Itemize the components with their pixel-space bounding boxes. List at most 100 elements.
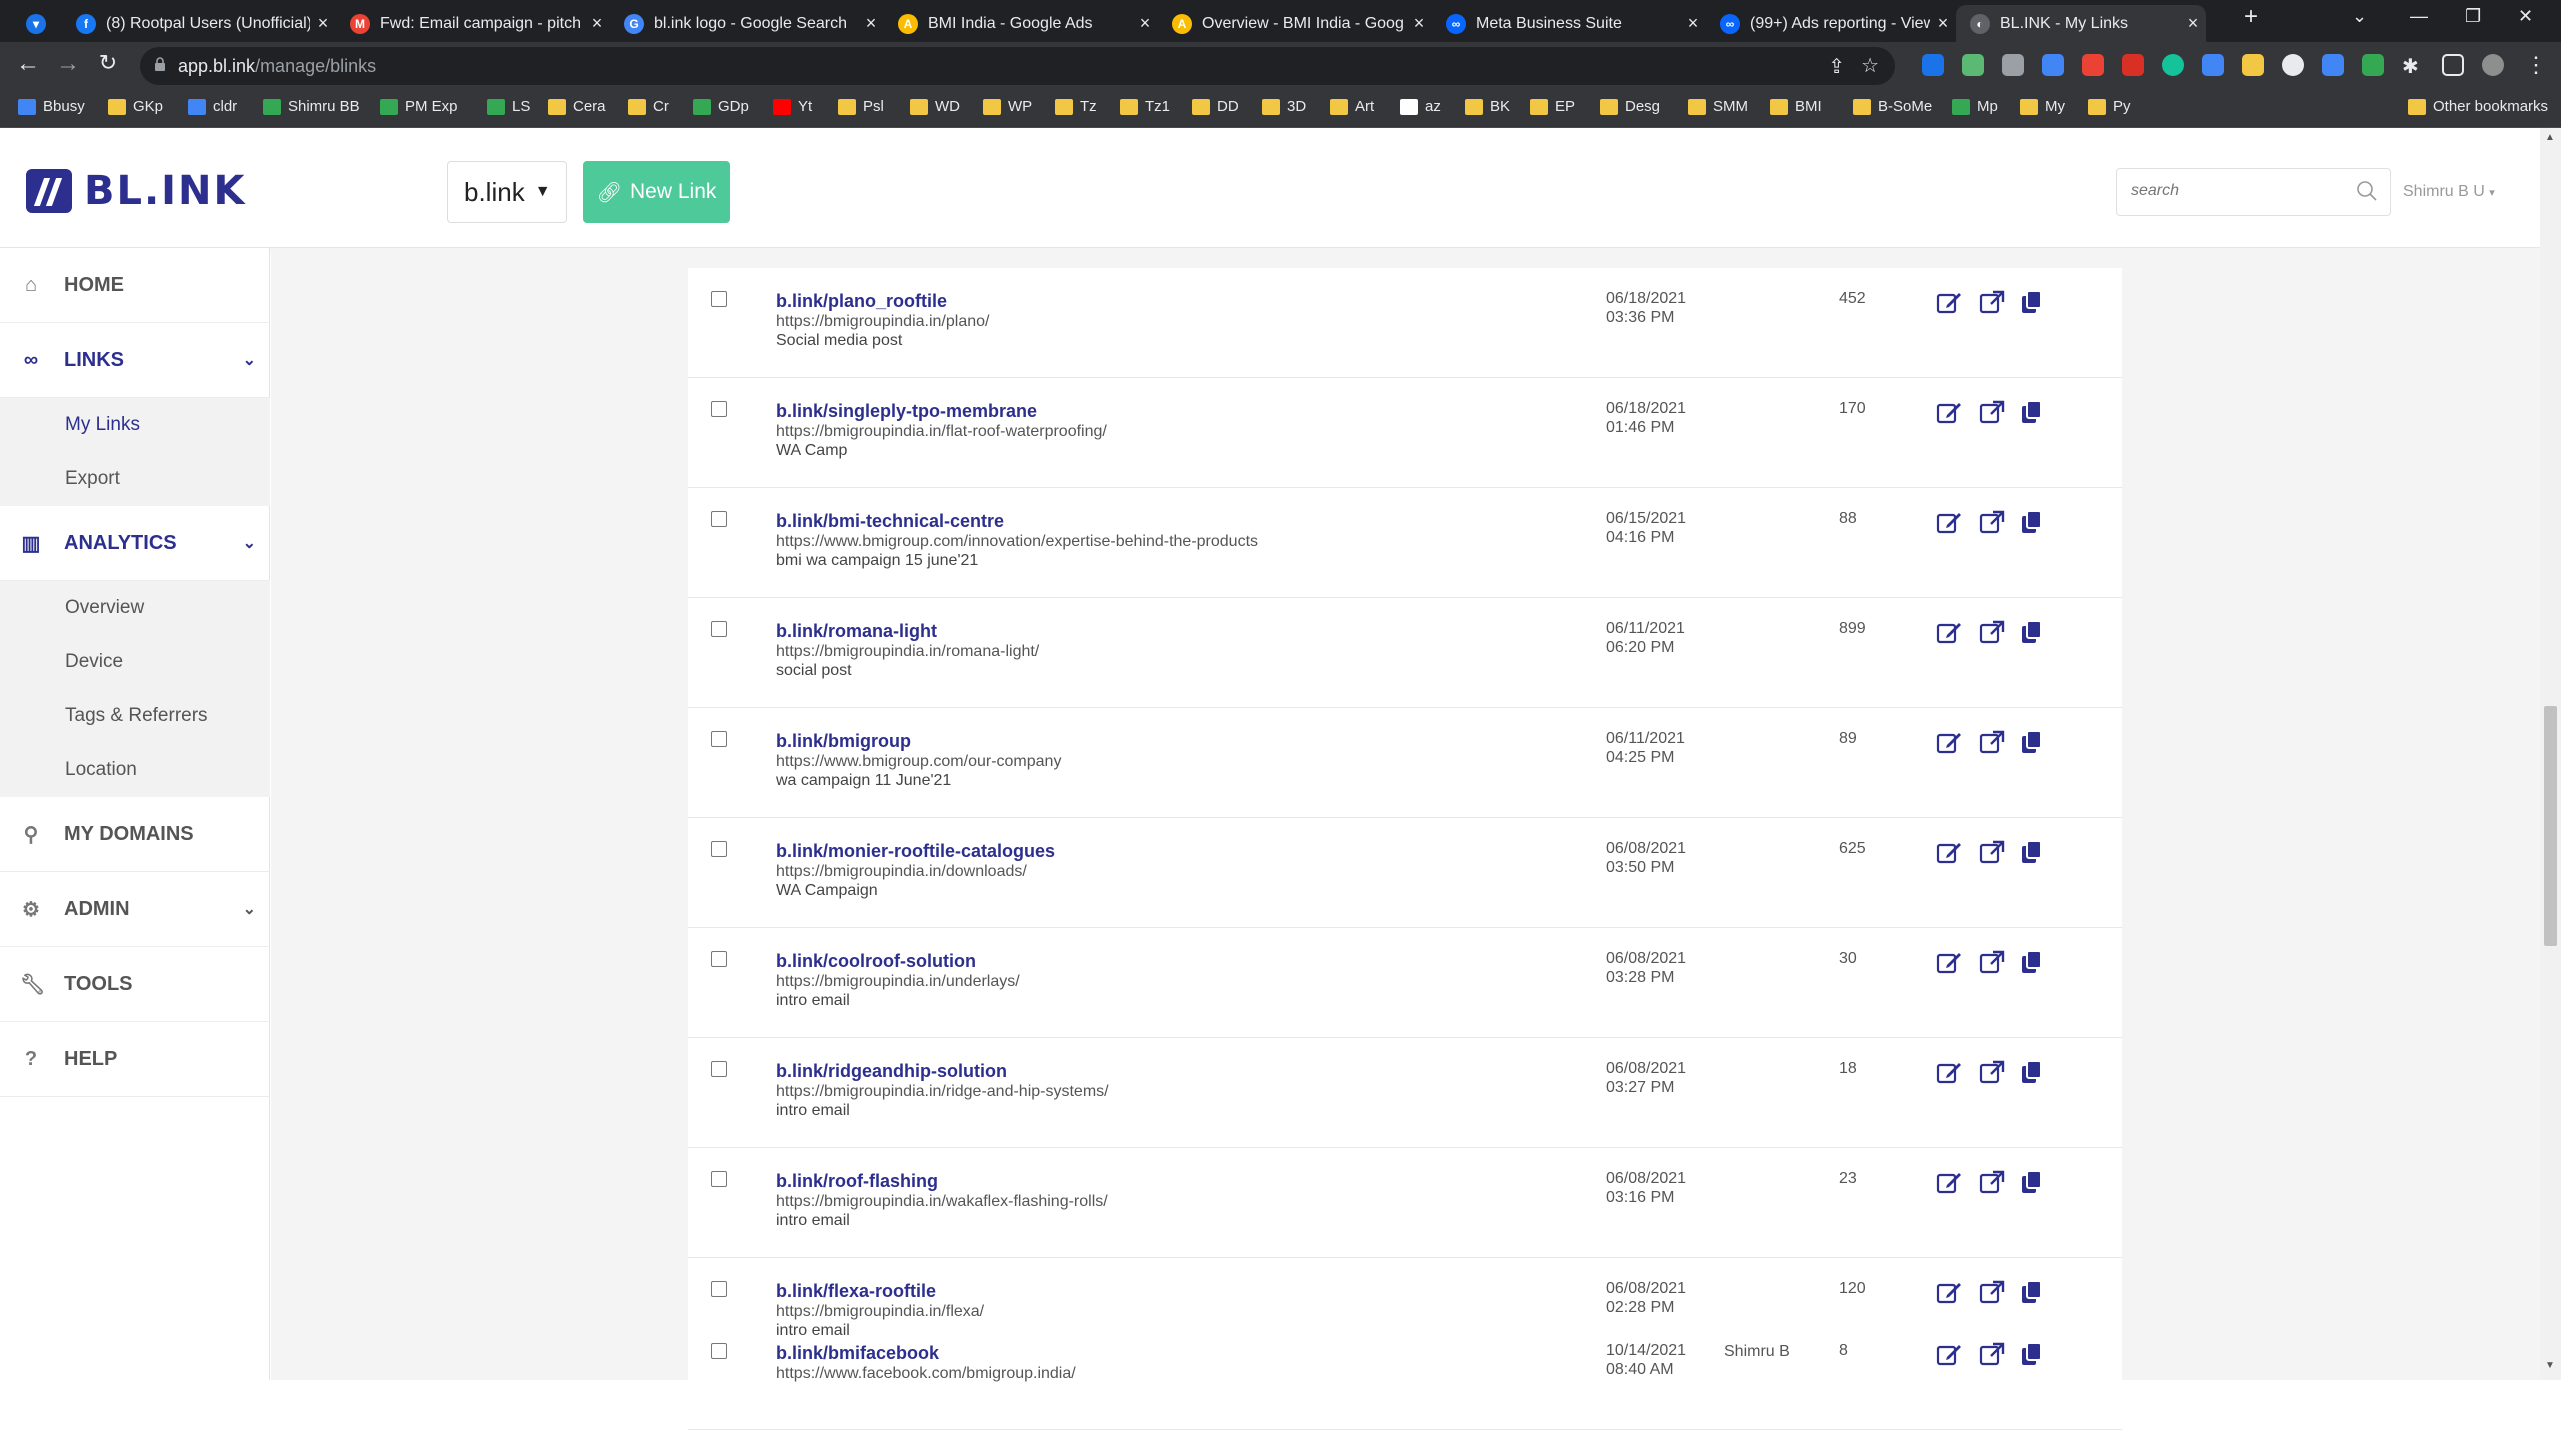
copy-icon[interactable]	[2018, 1278, 2046, 1306]
subnav-export[interactable]: Export	[0, 452, 270, 506]
row-checkbox[interactable]	[711, 511, 727, 527]
row-checkbox[interactable]	[711, 951, 727, 967]
extension-icon[interactable]	[2242, 54, 2264, 76]
bookmark-item[interactable]: Tz	[1055, 98, 1097, 115]
extension-icon[interactable]	[1962, 54, 1984, 76]
browser-tab[interactable]: ∞ Meta Business Suite ×	[1432, 5, 1706, 42]
edit-icon[interactable]	[1935, 618, 1963, 646]
bookmark-item[interactable]: Bbusy	[18, 98, 85, 115]
tab-close-icon[interactable]: ×	[858, 13, 884, 34]
open-external-icon[interactable]	[1978, 398, 2006, 426]
bookmark-item[interactable]: Py	[2088, 98, 2131, 115]
address-bar[interactable]: app.bl.ink/manage/blinks ⇪ ☆	[140, 47, 1895, 85]
forward-icon[interactable]: →	[52, 50, 84, 78]
row-checkbox[interactable]	[711, 291, 727, 307]
edit-icon[interactable]	[1935, 728, 1963, 756]
edit-icon[interactable]	[1935, 838, 1963, 866]
extension-icon[interactable]	[2362, 54, 2384, 76]
subnav-overview[interactable]: Overview	[0, 581, 270, 635]
tab-search-icon[interactable]: ⌄	[2352, 6, 2367, 27]
tab-close-icon[interactable]: ×	[1930, 13, 1956, 34]
short-link[interactable]: b.link/roof-flashing	[776, 1171, 938, 1192]
copy-icon[interactable]	[2018, 1058, 2046, 1086]
nav-help[interactable]: ? HELP	[0, 1022, 270, 1097]
search-input[interactable]	[2131, 169, 2351, 213]
extension-icon[interactable]	[2282, 54, 2304, 76]
bookmark-item[interactable]: SMM	[1688, 98, 1748, 115]
copy-icon[interactable]	[2018, 618, 2046, 646]
edit-icon[interactable]	[1935, 508, 1963, 536]
extension-icon[interactable]	[1922, 54, 1944, 76]
puzzle-icon[interactable]: ✱	[2402, 54, 2424, 78]
edit-icon[interactable]	[1935, 398, 1963, 426]
extension-icon[interactable]	[2202, 54, 2224, 76]
short-link[interactable]: b.link/bmigroup	[776, 731, 911, 752]
page-scrollbar[interactable]: ▲ ▼	[2540, 128, 2561, 1380]
copy-icon[interactable]	[2018, 1168, 2046, 1196]
scroll-up-icon[interactable]: ▲	[2545, 132, 2555, 143]
star-icon[interactable]: ☆	[1861, 53, 1879, 78]
browser-tab[interactable]: A Overview - BMI India - Goog ×	[1158, 5, 1432, 42]
reload-icon[interactable]: ↻	[92, 50, 124, 76]
domain-select[interactable]: b.link ▼	[447, 161, 567, 223]
logo[interactable]: BL.INK	[26, 168, 247, 214]
tab-close-icon[interactable]: ×	[1132, 13, 1158, 34]
camera-icon[interactable]	[2002, 54, 2024, 76]
copy-icon[interactable]	[2018, 288, 2046, 316]
bookmark-item[interactable]: EP	[1530, 98, 1575, 115]
nav-tools[interactable]: 🔧︎ TOOLS	[0, 947, 270, 1022]
short-link[interactable]: b.link/monier-rooftile-catalogues	[776, 841, 1055, 862]
bookmark-item[interactable]: BMI	[1770, 98, 1822, 115]
search-icon[interactable]	[2356, 180, 2378, 202]
browser-tab[interactable]: Gbl.ink logo - Google Search ×	[610, 5, 884, 42]
row-checkbox[interactable]	[711, 1281, 727, 1297]
browser-tab[interactable]: M Fwd: Email campaign - pitch ×	[336, 5, 610, 42]
new-link-button[interactable]: 🔗︎ New Link	[583, 161, 730, 223]
open-external-icon[interactable]	[1978, 1168, 2006, 1196]
subnav-tags-referrers[interactable]: Tags & Referrers	[0, 689, 270, 743]
menu-icon[interactable]: ⋮	[2525, 52, 2547, 78]
browser-tab[interactable]: A BMI India - Google Ads ×	[884, 5, 1158, 42]
row-checkbox[interactable]	[711, 841, 727, 857]
copy-icon[interactable]	[2018, 398, 2046, 426]
tab-close-icon[interactable]: ×	[310, 13, 336, 34]
short-link[interactable]: b.link/bmi-technical-centre	[776, 511, 1004, 532]
open-external-icon[interactable]	[1978, 948, 2006, 976]
open-external-icon[interactable]	[1978, 508, 2006, 536]
extension-icon[interactable]	[2082, 54, 2104, 76]
row-checkbox[interactable]	[711, 401, 727, 417]
browser-tab[interactable]: ▾	[12, 5, 58, 42]
sidepanel-icon[interactable]	[2442, 54, 2464, 76]
bookmark-item[interactable]: Desg	[1600, 98, 1660, 115]
nav-home[interactable]: ⌂ HOME	[0, 248, 270, 323]
tab-close-icon[interactable]: ×	[584, 13, 610, 34]
extension-icon[interactable]	[2122, 54, 2144, 76]
bookmark-item[interactable]: Cr	[628, 98, 669, 115]
bookmark-item[interactable]: WP	[983, 98, 1032, 115]
minimize-icon[interactable]: —	[2410, 6, 2428, 27]
open-external-icon[interactable]	[1978, 838, 2006, 866]
bookmark-item[interactable]: Mp	[1952, 98, 1998, 115]
browser-tab[interactable]: f (8) Rootpal Users (Unofficial) ×	[62, 5, 336, 42]
avatar[interactable]	[2482, 54, 2504, 76]
short-link[interactable]: b.link/coolroof-solution	[776, 951, 976, 972]
back-icon[interactable]: ←	[12, 50, 44, 78]
edit-icon[interactable]	[1935, 1168, 1963, 1196]
bookmark-item[interactable]: PM Exp	[380, 98, 458, 115]
bookmark-item[interactable]: BK	[1465, 98, 1510, 115]
row-checkbox[interactable]	[711, 731, 727, 747]
bookmark-item[interactable]: LS	[487, 98, 530, 115]
row-checkbox[interactable]	[711, 1343, 727, 1359]
copy-icon[interactable]	[2018, 1340, 2046, 1368]
user-menu[interactable]: Shimru B U ▾	[2403, 183, 2495, 201]
edit-icon[interactable]	[1935, 1340, 1963, 1368]
restore-icon[interactable]: ❐	[2465, 6, 2481, 27]
bookmark-item[interactable]: Cera	[548, 98, 606, 115]
share-icon[interactable]: ⇪	[1828, 54, 1845, 79]
subnav-my-links[interactable]: My Links	[0, 398, 270, 452]
nav-my-domains[interactable]: ⚲ MY DOMAINS	[0, 797, 270, 872]
open-external-icon[interactable]	[1978, 288, 2006, 316]
short-link[interactable]: b.link/bmifacebook	[776, 1343, 939, 1364]
bookmark-item[interactable]: WD	[910, 98, 960, 115]
nav-links[interactable]: ∞ LINKS ⌄	[0, 323, 270, 398]
